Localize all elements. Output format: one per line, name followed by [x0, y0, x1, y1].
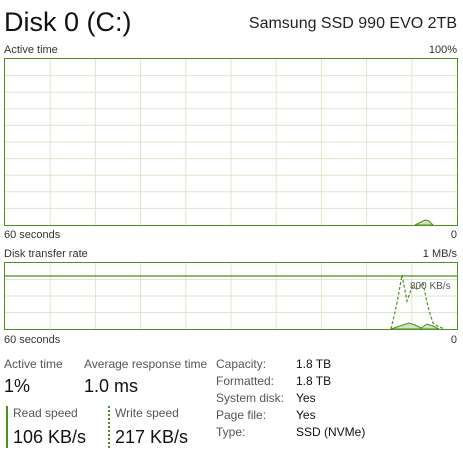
transfer-rate-max-label: 1 MB/s	[422, 248, 457, 260]
property-row: Type: SSD (NVMe)	[216, 424, 365, 441]
property-row: System disk: Yes	[216, 390, 365, 407]
active-time-zero-label: 0	[450, 229, 457, 241]
active-time-graph-label: Active time	[4, 44, 58, 56]
active-time-max-label: 100%	[428, 44, 457, 56]
transfer-rate-graph: 800 KB/s	[4, 262, 458, 330]
property-key: System disk:	[216, 391, 285, 405]
read-speed-block: Read speed 106 KB/s	[6, 406, 86, 448]
property-key: Formatted:	[216, 374, 275, 388]
active-time-stat-value: 1%	[4, 376, 31, 396]
transfer-rate-zero-label: 0	[450, 334, 457, 346]
property-value: 1.8 TB	[296, 374, 332, 388]
property-value: Yes	[296, 391, 316, 405]
property-row: Capacity: 1.8 TB	[216, 356, 365, 373]
property-key: Page file:	[216, 408, 267, 422]
avg-response-stat-value: 1.0 ms	[84, 376, 139, 396]
avg-response-stat-label: Average response time	[84, 357, 208, 371]
property-key: Capacity:	[216, 357, 267, 371]
active-time-stat-label: Active time	[4, 357, 63, 371]
active-time-series	[414, 219, 434, 225]
property-value: 1.8 TB	[296, 357, 332, 371]
property-row: Formatted: 1.8 TB	[216, 373, 365, 390]
write-speed-block: Write speed 217 KB/s	[108, 406, 188, 448]
read-speed-label: Read speed	[13, 406, 78, 420]
property-row: Page file: Yes	[216, 407, 365, 424]
property-value: Yes	[296, 408, 316, 422]
disk-title: Disk 0 (C:)	[4, 7, 132, 37]
transfer-rate-graph-label: Disk transfer rate	[4, 248, 88, 260]
write-speed-label: Write speed	[115, 406, 179, 420]
active-time-window-label: 60 seconds	[4, 229, 61, 241]
active-time-graph	[4, 58, 458, 226]
write-speed-value: 217 KB/s	[115, 427, 189, 447]
disk-properties: Capacity: 1.8 TB Formatted: 1.8 TB Syste…	[216, 356, 365, 441]
property-value: SSD (NVMe)	[296, 425, 366, 439]
transfer-scale-line-label: 800 KB/s	[410, 281, 451, 292]
property-key: Type:	[216, 425, 246, 439]
disk-model: Samsung SSD 990 EVO 2TB	[248, 15, 457, 32]
read-speed-value: 106 KB/s	[13, 427, 87, 447]
transfer-rate-window-label: 60 seconds	[4, 334, 61, 346]
read-speed-series	[390, 322, 440, 329]
